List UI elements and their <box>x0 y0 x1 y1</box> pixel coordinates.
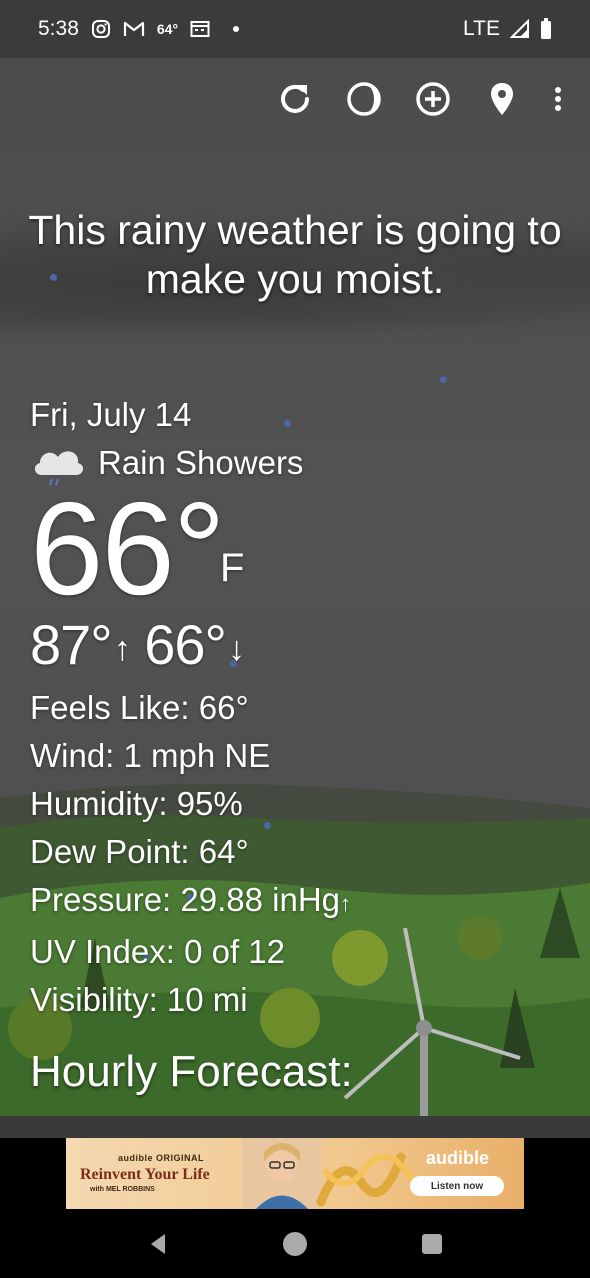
uv-index: UV Index: 0 of 12 <box>30 933 285 971</box>
location-pin-icon <box>491 83 513 115</box>
location-button[interactable] <box>479 76 525 122</box>
battery-icon <box>540 18 552 40</box>
high-temp: 87° <box>30 613 113 676</box>
ad-bar: audible ORIGINAL Reinvent Your Life with… <box>0 1138 590 1210</box>
ad-brand: audible <box>426 1148 490 1168</box>
arrow-up-icon: ↑ <box>113 630 131 669</box>
pressure: Pressure: 29.88 inHg <box>30 881 341 919</box>
current-date: Fri, July 14 <box>30 396 192 433</box>
ad-author: with MEL ROBBINS <box>90 1186 155 1193</box>
refresh-button[interactable] <box>272 76 318 122</box>
back-triangle-icon <box>151 1234 166 1254</box>
nav-home-button[interactable] <box>275 1224 315 1264</box>
refresh-icon <box>281 84 309 113</box>
gmail-icon <box>123 20 145 38</box>
hourly-forecast-strip[interactable] <box>0 1116 590 1138</box>
humidity: Humidity: 95% <box>30 785 243 823</box>
hourly-forecast-heading: Hourly Forecast: <box>30 1047 353 1096</box>
add-location-icon <box>416 82 450 116</box>
ad-title: Reinvent Your Life <box>80 1166 210 1183</box>
visibility: Visibility: 10 mi <box>30 981 248 1019</box>
instagram-icon <box>91 19 111 39</box>
status-bar-left: 5:38 64° <box>38 17 240 41</box>
current-conditions: Fri, July 14 Rain Showers 66° F 87°↑ 66°… <box>30 392 530 1024</box>
ad-banner[interactable]: audible ORIGINAL Reinvent Your Life with… <box>66 1138 524 1209</box>
weather-tagline: This rainy weather is going to make you … <box>28 207 562 302</box>
ad-small-label: audible ORIGINAL <box>118 1153 205 1163</box>
nav-back-button[interactable] <box>138 1224 178 1264</box>
home-circle-icon <box>282 1232 307 1256</box>
more-vert-icon <box>555 87 561 111</box>
current-temperature: 66° <box>30 475 226 622</box>
dew-point: Dew Point: 64° <box>30 833 249 871</box>
pressure-rising-icon: ↑ <box>340 891 352 917</box>
status-bar: 5:38 64° LTE <box>0 0 590 58</box>
app-toolbar <box>272 76 590 122</box>
calendar-icon <box>190 20 210 38</box>
ad-decoration <box>316 1152 414 1207</box>
feels-like: Feels Like: 66° <box>30 689 249 727</box>
temperature-row: 66° F <box>30 483 530 615</box>
low-temp: 66° <box>144 613 227 676</box>
recents-square-icon <box>421 1234 442 1254</box>
pressure-row: Pressure: 29.88 inHg↑ <box>30 876 530 928</box>
status-bar-right: LTE <box>463 17 552 41</box>
network-type: LTE <box>463 17 500 40</box>
wind: Wind: 1 mph NE <box>30 737 271 775</box>
arrow-down-icon: ↓ <box>227 630 245 669</box>
signal-icon <box>510 19 530 39</box>
moon-phase-icon <box>347 82 381 116</box>
moon-phase-button[interactable] <box>341 76 387 122</box>
ad-listen-now-button[interactable]: Listen now <box>410 1176 504 1196</box>
temperature-unit: F <box>220 546 245 590</box>
raindrop <box>440 376 447 383</box>
temp-notification: 64° <box>156 21 179 37</box>
nav-recents-button[interactable] <box>412 1224 452 1264</box>
status-time: 5:38 <box>38 17 79 40</box>
weather-app: This rainy weather is going to make you … <box>0 58 590 1138</box>
add-location-button[interactable] <box>410 76 456 122</box>
more-options-button[interactable] <box>548 76 568 122</box>
system-nav-bar <box>0 1210 590 1278</box>
dot-icon <box>232 25 240 33</box>
ad-person-image <box>242 1138 322 1209</box>
